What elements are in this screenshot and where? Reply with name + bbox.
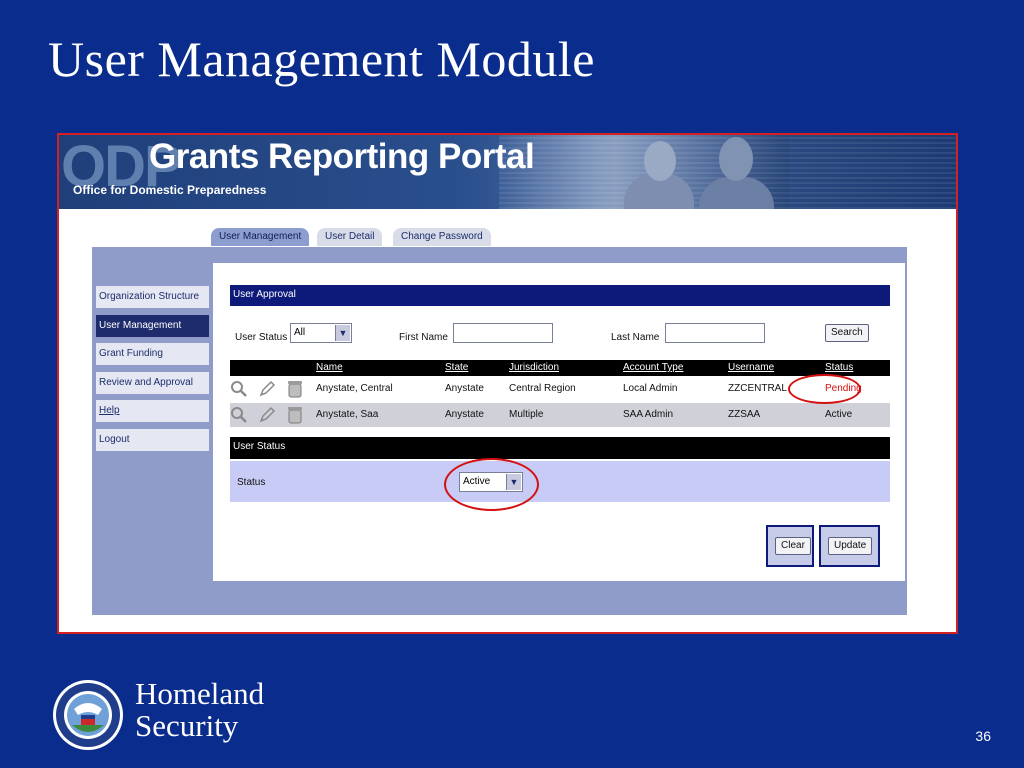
dhs-wordmark-line2: Security <box>135 708 239 743</box>
pencil-icon[interactable] <box>258 406 276 424</box>
cell-jurisdiction: Central Region <box>509 383 576 394</box>
nav-item-review-and-approval[interactable]: Review and Approval <box>96 372 209 394</box>
portal-subtitle: Office for Domestic Preparedness <box>73 183 267 197</box>
cell-username: ZZSAA <box>728 409 761 420</box>
nav-item-user-management[interactable]: User Management <box>96 315 209 337</box>
user-status-select[interactable]: All ▼ <box>290 323 352 343</box>
update-button[interactable]: Update <box>828 537 873 555</box>
user-approval-header: User Approval <box>230 285 890 306</box>
banner-photo <box>499 135 789 209</box>
clear-button-frame: Clear <box>766 525 814 567</box>
trash-icon[interactable] <box>286 406 304 424</box>
chevron-down-icon: ▼ <box>335 325 350 341</box>
user-status-label: User Status <box>235 332 288 343</box>
magnifier-icon[interactable] <box>230 380 248 398</box>
dhs-seal-icon <box>53 680 123 750</box>
first-name-input[interactable] <box>453 323 553 343</box>
tab-user-management[interactable]: User Management <box>211 228 310 246</box>
column-header-jurisdiction[interactable]: Jurisdiction <box>509 362 559 373</box>
trash-icon[interactable] <box>286 380 304 398</box>
user-status-panel <box>230 461 890 502</box>
column-header-account-type[interactable]: Account Type <box>623 362 683 373</box>
tab-user-detail[interactable]: User Detail <box>317 228 383 246</box>
nav-item-help[interactable]: Help <box>96 400 209 422</box>
cell-account-type: Local Admin <box>623 383 678 394</box>
portal-banner: ODP Grants Reporting Portal Office for D… <box>59 135 956 209</box>
column-header-status[interactable]: Status <box>825 362 853 373</box>
update-button-frame: Update <box>819 525 880 567</box>
cell-name: Anystate, Central <box>316 383 393 394</box>
user-status-value: All <box>294 327 306 338</box>
nav-item-grant-funding[interactable]: Grant Funding <box>96 343 209 365</box>
last-name-label: Last Name <box>611 332 660 343</box>
tab-change-password[interactable]: Change Password <box>393 228 491 246</box>
content-area: User Approval User Status All ▼ First Na… <box>213 263 905 581</box>
nav-item-logout[interactable]: Logout <box>96 429 209 451</box>
dhs-wordmark-line1: Homeland <box>135 676 265 711</box>
first-name-label: First Name <box>399 332 448 343</box>
cell-state: Anystate <box>445 409 484 420</box>
clear-button[interactable]: Clear <box>775 537 811 555</box>
cell-name: Anystate, Saa <box>316 409 379 420</box>
user-status-header: User Status <box>230 437 890 459</box>
cell-username: ZZCENTRAL <box>728 383 787 394</box>
cell-jurisdiction: Multiple <box>509 409 544 420</box>
user-table-header: Name State Jurisdiction Account Type Use… <box>230 360 890 376</box>
cell-state: Anystate <box>445 383 484 394</box>
search-button[interactable]: Search <box>825 324 869 342</box>
magnifier-icon[interactable] <box>230 406 248 424</box>
column-header-state[interactable]: State <box>445 362 468 373</box>
column-header-username[interactable]: Username <box>728 362 774 373</box>
cell-account-type: SAA Admin <box>623 409 674 420</box>
slide-title: User Management Module <box>48 31 595 87</box>
dhs-wordmark: Homeland Security <box>135 678 264 742</box>
cell-status: Active <box>825 409 853 420</box>
portal-title: Grants Reporting Portal <box>149 137 535 176</box>
screenshot-frame: ODP Grants Reporting Portal Office for D… <box>57 133 958 634</box>
last-name-input[interactable] <box>665 323 765 343</box>
highlight-ellipse-status <box>444 458 539 511</box>
status-label: Status <box>237 477 266 488</box>
pencil-icon[interactable] <box>258 380 276 398</box>
nav-item-organization-structure[interactable]: Organization Structure <box>96 286 209 308</box>
table-row: Anystate, Saa Anystate Multiple SAA Admi… <box>230 403 890 427</box>
column-header-name[interactable]: Name <box>316 362 343 373</box>
page-number: 36 <box>975 728 991 744</box>
highlight-ellipse-pending <box>788 374 861 404</box>
